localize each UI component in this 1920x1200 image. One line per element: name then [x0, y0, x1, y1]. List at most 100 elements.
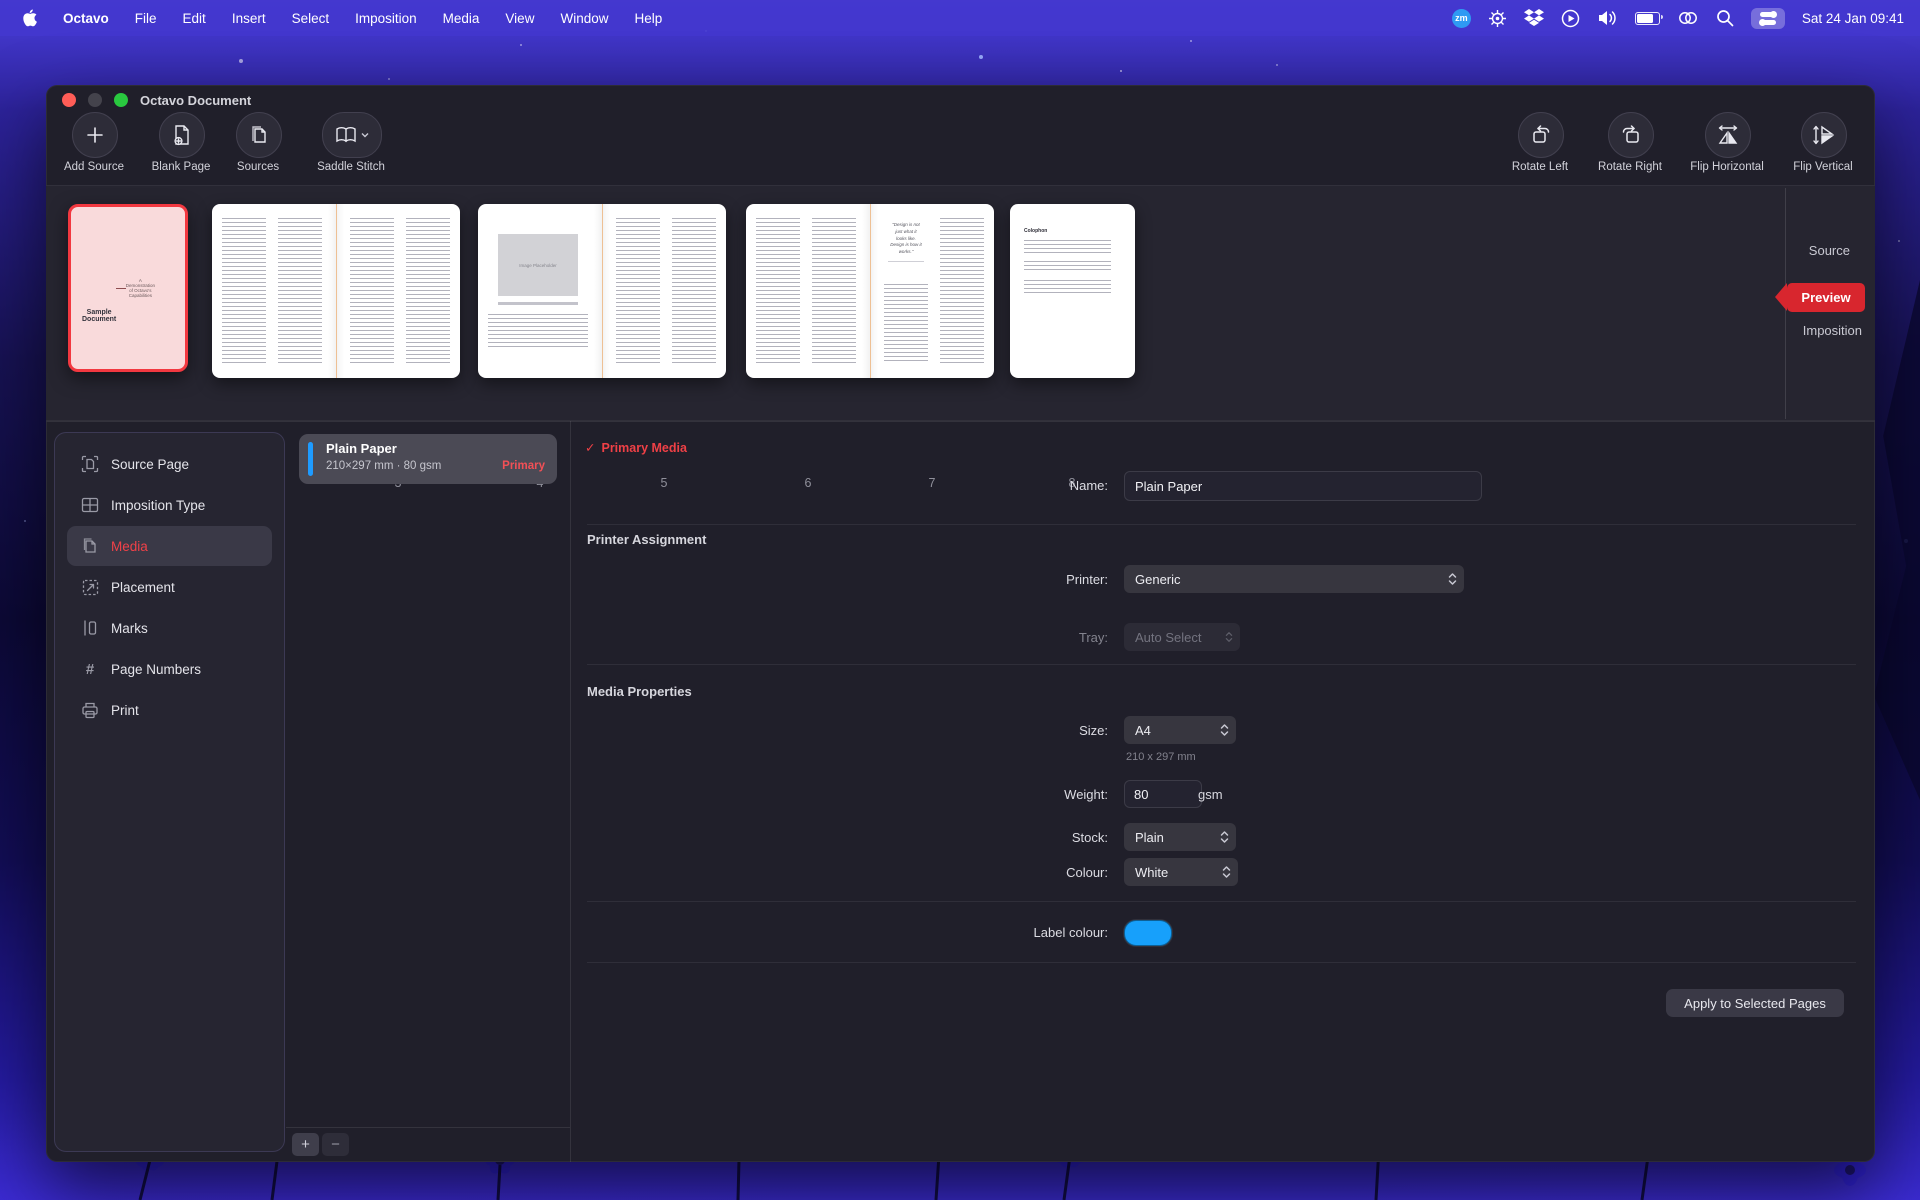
form-divider: [587, 524, 1856, 525]
page-7-content: "Design is not just what it looks like. …: [884, 218, 984, 364]
search-icon[interactable]: [1716, 9, 1734, 27]
page-thumbnail-spread-2-3[interactable]: [212, 204, 460, 378]
page-thumbnail-spread-6-7[interactable]: "Design is not just what it looks like. …: [746, 204, 994, 378]
sidebar-item-imposition-type[interactable]: Imposition Type: [67, 485, 272, 525]
blank-page-button[interactable]: [159, 112, 205, 158]
name-input[interactable]: [1124, 471, 1482, 501]
tab-imposition[interactable]: Imposition: [1803, 323, 1862, 338]
crop-page-icon: [81, 455, 99, 473]
tray-select: Auto Select: [1124, 623, 1240, 651]
sidebar-item-source-page[interactable]: Source Page: [67, 444, 272, 484]
close-window-button[interactable]: [62, 93, 76, 107]
zoom-app-icon[interactable]: zm: [1452, 9, 1471, 28]
weight-unit: gsm: [1198, 787, 1223, 802]
tab-preview[interactable]: Preview: [1787, 283, 1865, 312]
play-icon[interactable]: [1561, 9, 1580, 28]
tray-label: Tray:: [958, 630, 1108, 645]
colour-select-value: White: [1135, 865, 1168, 880]
menu-view[interactable]: View: [505, 11, 534, 26]
media-properties-header: Media Properties: [587, 684, 692, 699]
menu-bar: Octavo File Edit Insert Select Impositio…: [0, 0, 1920, 36]
media-list-footer-divider: [286, 1127, 570, 1128]
weight-label: Weight:: [958, 787, 1108, 802]
primary-badge: Primary: [502, 460, 545, 472]
wallpaper-shape: [1874, 280, 1920, 800]
menu-help[interactable]: Help: [634, 11, 662, 26]
media-list-divider: [570, 421, 571, 1162]
sidebar-label: Placement: [111, 580, 175, 595]
label-colour-label: Label colour:: [958, 925, 1108, 940]
apple-menu-icon[interactable]: [22, 9, 37, 27]
page-number-7[interactable]: 7: [912, 476, 952, 490]
page-number-6[interactable]: 6: [788, 476, 828, 490]
form-divider: [587, 962, 1856, 963]
rotate-right-icon: [1620, 124, 1642, 146]
name-label: Name:: [958, 478, 1108, 493]
menu-window[interactable]: Window: [560, 11, 608, 26]
media-details: 210×297 mm · 80 gsm: [326, 460, 441, 472]
menu-insert[interactable]: Insert: [232, 11, 266, 26]
size-dimensions-caption: 210 x 297 mm: [1126, 751, 1196, 763]
saddle-stitch-button[interactable]: [322, 112, 382, 158]
flip-horizontal-label: Flip Horizontal: [1672, 161, 1782, 173]
printer-select[interactable]: Generic: [1124, 565, 1464, 593]
colour-select[interactable]: White: [1124, 858, 1238, 886]
remove-media-button[interactable]: −: [322, 1133, 349, 1156]
label-colour-swatch[interactable]: [1124, 920, 1172, 946]
app-menu-octavo[interactable]: Octavo: [63, 11, 109, 26]
minimize-window-button[interactable]: [88, 93, 102, 107]
quote-rule: [888, 261, 923, 262]
zoom-window-button[interactable]: [114, 93, 128, 107]
sidebar-item-page-numbers[interactable]: # Page Numbers: [67, 649, 272, 689]
section-divider: [46, 420, 1875, 421]
settings-sidebar: Source Page Imposition Type Media Placem…: [54, 432, 285, 1152]
page-add-icon: [172, 124, 192, 146]
page-number-5[interactable]: 5: [644, 476, 684, 490]
window-title: Octavo Document: [140, 93, 251, 108]
page-4-content: Image Placeholder: [488, 218, 588, 364]
sidebar-label: Page Numbers: [111, 662, 201, 677]
media-sheets-icon: [81, 537, 99, 555]
menu-edit[interactable]: Edit: [183, 11, 206, 26]
dropbox-icon[interactable]: [1524, 9, 1544, 27]
tab-source[interactable]: Source: [1809, 243, 1850, 258]
volume-icon[interactable]: [1597, 9, 1618, 27]
size-select[interactable]: A4: [1124, 716, 1236, 744]
spread-crease-line: [870, 204, 871, 378]
sidebar-label: Print: [111, 703, 139, 718]
menu-file[interactable]: File: [135, 11, 157, 26]
primary-media-title: Primary Media: [601, 441, 686, 455]
stock-select[interactable]: Plain: [1124, 823, 1236, 851]
sidebar-item-marks[interactable]: Marks: [67, 608, 272, 648]
open-book-icon: [335, 126, 359, 144]
control-center-icon[interactable]: [1751, 8, 1785, 29]
rotate-right-button[interactable]: [1608, 112, 1654, 158]
link-icon[interactable]: [1677, 9, 1699, 27]
printer-select-value: Generic: [1135, 572, 1181, 587]
sidebar-item-media[interactable]: Media: [67, 526, 272, 566]
sidebar-item-placement[interactable]: Placement: [67, 567, 272, 607]
flip-horizontal-button[interactable]: [1705, 112, 1751, 158]
menu-clock[interactable]: Sat 24 Jan 09:41: [1802, 11, 1904, 26]
sources-button[interactable]: [236, 112, 282, 158]
weight-input[interactable]: [1124, 780, 1202, 808]
add-media-button[interactable]: +: [292, 1133, 319, 1156]
helm-icon[interactable]: [1488, 9, 1507, 28]
battery-icon[interactable]: [1635, 12, 1660, 25]
media-list-item-plain-paper[interactable]: Plain Paper 210×297 mm · 80 gsm Primary: [299, 434, 557, 484]
menu-imposition[interactable]: Imposition: [355, 11, 417, 26]
add-source-button[interactable]: [72, 112, 118, 158]
page-thumbnail-spread-4-5[interactable]: Image Placeholder: [478, 204, 726, 378]
rotate-left-button[interactable]: [1518, 112, 1564, 158]
page-8-content: Colophon: [1024, 214, 1111, 364]
size-select-value: A4: [1135, 723, 1151, 738]
chevron-down-icon: [361, 132, 369, 138]
page-thumbnail-1[interactable]: Sample Document A Demonstration of Octav…: [68, 204, 188, 372]
sidebar-item-print[interactable]: Print: [67, 690, 272, 730]
page-thumbnail-8[interactable]: Colophon: [1010, 204, 1135, 378]
up-down-chevron-icon: [1220, 830, 1229, 844]
menu-media[interactable]: Media: [443, 11, 480, 26]
flip-vertical-button[interactable]: [1801, 112, 1847, 158]
menu-select[interactable]: Select: [292, 11, 330, 26]
apply-to-selected-pages-button[interactable]: Apply to Selected Pages: [1666, 989, 1844, 1017]
